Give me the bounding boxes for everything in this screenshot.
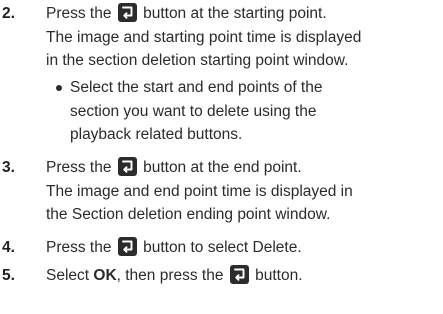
bullet-line: playback related buttons. [70,126,243,143]
step-line: The image and end point time is displaye… [46,182,353,200]
step-3: 3. Press the button at the end point. Th… [0,156,443,228]
enter-button-icon [117,2,137,22]
enter-button-icon [229,264,249,284]
bullet-item: Select the start and end points of the s… [46,76,442,148]
step-line: Select OK, then press the button. [46,264,442,288]
step-4: 4. Press the button to select Delete. [0,236,443,260]
step-2: 2. Press the button at the starting poin… [0,2,443,74]
step-text: Press the button at the end point. The i… [46,156,442,227]
step-line: Press the button to select Delete. [46,236,442,260]
text-fragment: button at the end point. [138,159,302,176]
text-fragment: button. [250,267,303,284]
step-line: Press the button at the end point. [46,156,442,180]
step-number: 2. [2,5,15,22]
text-fragment: button at the starting point. [138,5,327,22]
step-number: 3. [2,159,15,176]
text-fragment: Press the [46,159,116,176]
text-fragment: Press the [46,239,116,256]
bullet-line: Select the start and end points of the [70,79,323,96]
step-line: in the section deletion starting point w… [46,52,349,69]
step-text: Select OK, then press the button. [46,264,442,288]
text-fragment: Press the [46,5,116,22]
text-fragment: Select [46,267,94,284]
step-line: Press the button at the starting point. [46,2,442,26]
bullet-text: Select the start and end points of the s… [70,76,322,147]
ok-label: OK [93,267,117,284]
enter-button-icon [117,236,137,256]
text-fragment: , then press the [116,267,228,284]
step-number: 5. [2,267,15,284]
bullet-line: section you want to delete using the [70,102,317,120]
step-5: 5. Select OK, then press the button. [0,264,443,288]
enter-button-icon [117,156,137,176]
bullet-dot [56,85,62,91]
step-number: 4. [2,239,15,256]
step-text: Press the button at the starting point. … [46,2,442,73]
text-fragment: button to select Delete. [138,239,302,256]
manual-page: { "steps": [ { "number": "2.", "lines": … [0,0,443,314]
step-line: the Section deletion ending point window… [46,206,331,223]
step-text: Press the button to select Delete. [46,236,442,260]
step-line: The image and starting point time is dis… [46,28,362,46]
